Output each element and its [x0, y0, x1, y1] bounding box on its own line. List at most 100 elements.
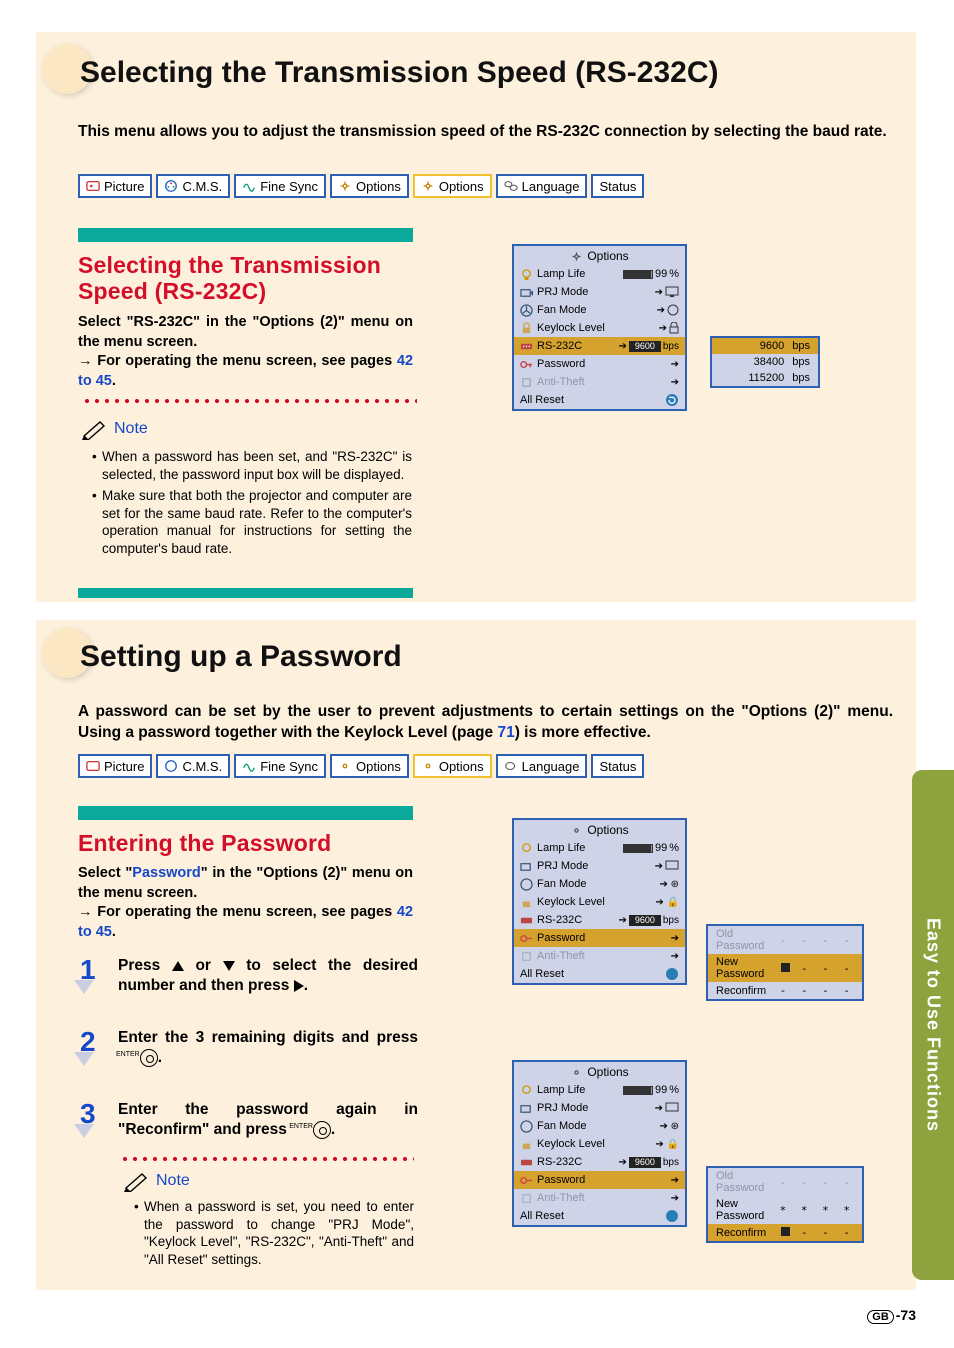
osd3-password-selected: Password➔ — [514, 1171, 685, 1189]
tab-options2-label-2: Options — [439, 759, 484, 774]
tab-options1-2[interactable]: Options — [330, 754, 409, 778]
step-2-num: 2 — [80, 1026, 96, 1058]
enter-label-1: ENTER — [116, 1051, 140, 1058]
screen-icon-3 — [665, 1102, 679, 1114]
osd2-rsval: 9600 — [629, 915, 661, 926]
step-1-body: Press or to select the desired number an… — [118, 956, 418, 996]
osd-rsval: 9600 — [629, 341, 661, 352]
arrow-right-icon: → — [78, 353, 97, 369]
progress-bar-3 — [623, 1086, 653, 1095]
osd-bps: bps — [663, 341, 679, 352]
baud-115200: 115200 — [720, 372, 784, 384]
arrow-right-icon-2: → — [78, 904, 97, 920]
note-list-2: When a password is set, you need to ente… — [134, 1198, 414, 1272]
osd-head-2: Options — [514, 820, 685, 839]
tab-language-2[interactable]: Language — [496, 754, 588, 778]
lock-icon-2 — [520, 896, 533, 909]
progress-bar-2 — [623, 844, 653, 853]
osd2-reset-lbl: All Reset — [520, 968, 661, 980]
osd3-fan-lbl: Fan Mode — [537, 1120, 655, 1132]
osd3-anti: Anti-Theft➔ — [514, 1189, 685, 1207]
osd3-password-lbl: Password — [537, 1174, 667, 1186]
tab-options1[interactable]: Options — [330, 174, 409, 198]
section2-body: Select "Password" in the "Options (2)" m… — [78, 864, 413, 942]
pwd1-rec-val: - - - - — [780, 984, 854, 997]
osd-options-3: Options Lamp Life99 % PRJ Mode➔ Fan Mode… — [512, 1060, 687, 1227]
pwd1-old: Old Password - - - - — [708, 926, 862, 954]
lamp-icon-3 — [520, 1084, 533, 1097]
tab-status[interactable]: Status — [591, 174, 644, 198]
pwd1-rec-lbl: Reconfirm — [716, 985, 772, 997]
osd3-keylock-lbl: Keylock Level — [537, 1138, 651, 1150]
note-header-1: Note — [82, 418, 148, 440]
baud-row-115200: 115200bps — [712, 370, 818, 386]
section1-title: Selecting the Transmission Speed (RS-232… — [80, 56, 719, 90]
tab-cms[interactable]: C.M.S. — [156, 174, 230, 198]
tab-finesync-label-2: Fine Sync — [260, 759, 318, 774]
osd3-keylock: Keylock Level➔ 🔒 — [514, 1135, 685, 1153]
tab-finesync-label: Fine Sync — [260, 179, 318, 194]
osd-keylock-label: Keylock Level — [537, 322, 655, 334]
cms-icon — [164, 179, 178, 193]
step-3-num: 3 — [80, 1098, 96, 1130]
pwd2-rec-val: - - - — [781, 1226, 854, 1239]
tab-options2-selected[interactable]: Options — [413, 174, 492, 198]
s2b: . — [158, 1049, 162, 1066]
baud-panel: 9600bps 38400bps 115200bps — [710, 336, 820, 388]
osd-row-keylock: Keylock Level➔ — [514, 319, 685, 337]
pwd1-new-selected: New Password - - - — [708, 954, 862, 982]
prj-icon-3 — [520, 1102, 533, 1115]
s2-intro-link[interactable]: 71 — [497, 724, 514, 741]
osd3-prj-lbl: PRJ Mode — [537, 1102, 651, 1114]
prj-icon — [520, 286, 533, 299]
enter-button-icon-1 — [140, 1049, 158, 1067]
note-2-item-1: When a password is set, you need to ente… — [134, 1198, 414, 1268]
osd-row-antitheft: Anti-Theft➔ — [514, 373, 685, 391]
osd-row-lamplife: Lamp Life99 % — [514, 265, 685, 283]
lamp-icon — [520, 268, 533, 281]
serial-icon — [520, 340, 533, 353]
tab-finesync[interactable]: Fine Sync — [234, 174, 326, 198]
teal-foot-1 — [78, 588, 413, 598]
osd2-bps: bps — [663, 915, 679, 926]
osd2-fan-lbl: Fan Mode — [537, 878, 655, 890]
side-tab: Easy to Use Functions — [912, 770, 954, 1280]
antitheft-icon-3 — [520, 1192, 533, 1205]
osd2-anti: Anti-Theft➔ — [514, 947, 685, 965]
tab-language[interactable]: Language — [496, 174, 588, 198]
tab-finesync-2[interactable]: Fine Sync — [234, 754, 326, 778]
antitheft-icon — [520, 376, 533, 389]
tab-options2-selected-2[interactable]: Options — [413, 754, 492, 778]
options-mini-icon-2 — [570, 824, 583, 837]
tab-cms-2[interactable]: C.M.S. — [156, 754, 230, 778]
osd-head-label-2: Options — [587, 823, 628, 837]
note-header-2: Note — [124, 1170, 190, 1192]
osd2-rs232-lbl: RS-232C — [537, 914, 614, 926]
pwd1-old-val: - - - - — [780, 934, 854, 947]
osd-head-label: Options — [587, 249, 628, 263]
pwd2-new-lbl: New Password — [716, 1198, 772, 1222]
tab-picture-2[interactable]: Picture — [78, 754, 152, 778]
osd-lamplife-label: Lamp Life — [537, 268, 619, 280]
osd2-lampval: 99 — [655, 842, 667, 854]
osd2-lamp: Lamp Life99 % — [514, 839, 685, 857]
osd2-keylock-lbl: Keylock Level — [537, 896, 651, 908]
s2b-link[interactable]: Password — [132, 865, 201, 881]
section1-subtitle: Selecting the Transmission Speed (RS-232… — [78, 252, 418, 305]
osd-password-label: Password — [537, 358, 667, 370]
pwd1-old-lbl: Old Password — [716, 928, 772, 952]
pwd2-old-lbl: Old Password — [716, 1170, 772, 1194]
section2-intro: A password can be set by the user to pre… — [78, 702, 893, 744]
s2a: Enter the 3 remaining digits and press — [118, 1029, 418, 1046]
osd-options-1: Options Lamp Life99 % PRJ Mode➔ Fan Mode… — [512, 244, 687, 411]
triangle-right-icon — [294, 980, 304, 992]
s1d: . — [304, 977, 308, 994]
osd3-lamppct: % — [669, 1084, 679, 1096]
teal-bar-2 — [78, 806, 413, 820]
options2-icon — [421, 179, 435, 193]
s2b-c: For operating the menu screen, see pages — [97, 904, 397, 920]
tab-cms-label: C.M.S. — [182, 179, 222, 194]
tab-picture[interactable]: Picture — [78, 174, 152, 198]
osd2-reset: All Reset — [514, 965, 685, 983]
tab-status-2[interactable]: Status — [591, 754, 644, 778]
